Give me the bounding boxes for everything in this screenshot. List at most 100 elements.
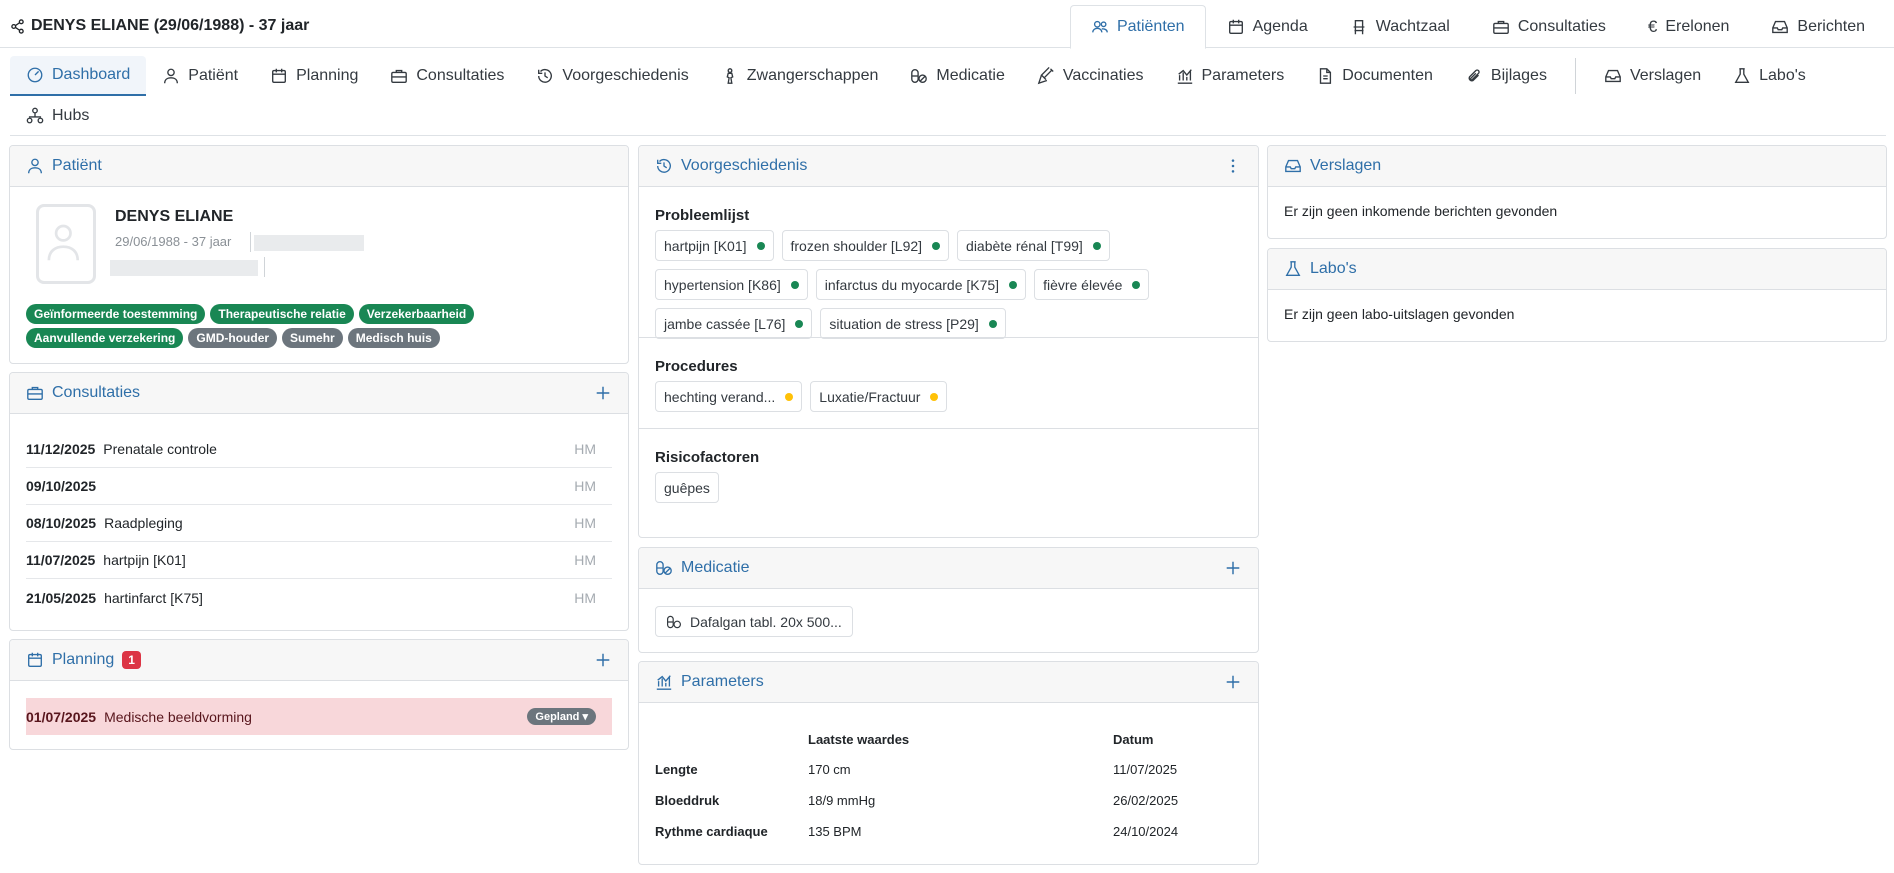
problem-chip[interactable]: hartpijn [K01] xyxy=(655,230,774,261)
top-tab-consultaties[interactable]: Consultaties xyxy=(1471,5,1627,49)
tag-supplementary-insurance[interactable]: Aanvullende verzekering xyxy=(26,328,184,348)
problem-chip[interactable]: hypertension [K86] xyxy=(655,269,808,300)
nav-label: Documenten xyxy=(1342,67,1433,84)
consultation-row[interactable]: 09/10/2025 HM xyxy=(26,468,612,505)
add-icon[interactable] xyxy=(594,384,612,402)
medication-chip[interactable]: Dafalgan tabl. 20x 500... xyxy=(655,606,853,637)
chart-icon xyxy=(656,675,672,690)
status-dot xyxy=(1132,280,1141,289)
nav-labos[interactable]: Labo's xyxy=(1717,56,1822,96)
patient-card-header[interactable]: Patiënt xyxy=(10,146,628,187)
parameter-row[interactable]: Bloeddruk 18/9 mmHg 26/02/2025 xyxy=(655,785,1233,816)
nav-vaccinaties[interactable]: Vaccinaties xyxy=(1021,56,1160,96)
voorgeschiedenis-card-header[interactable]: Voorgeschiedenis xyxy=(639,146,1258,187)
top-tab-berichten[interactable]: Berichten xyxy=(1750,5,1886,49)
medicatie-card-header[interactable]: Medicatie xyxy=(639,548,1258,589)
col-header-date: Datum xyxy=(1113,731,1154,747)
consultaties-card-header[interactable]: Consultaties xyxy=(10,373,628,414)
tag-sumehr[interactable]: Sumehr xyxy=(282,328,343,348)
paperclip-icon xyxy=(1468,69,1480,82)
consultation-desc: hartpijn [K01] xyxy=(103,552,186,568)
patient-title: DENYS ELIANE (29/06/1988) - 37 jaar xyxy=(31,17,310,34)
tag-insurability[interactable]: Verzekerbaarheid xyxy=(358,304,475,324)
nav-hubs[interactable]: Hubs xyxy=(10,96,105,136)
problem-chip[interactable]: fièvre élevée xyxy=(1034,269,1150,300)
planning-status-dropdown[interactable]: Gepland ▾ xyxy=(527,708,596,725)
consultation-row[interactable]: 21/05/2025 hartinfarct [K75] HM xyxy=(26,579,612,616)
consultation-row[interactable]: 11/07/2025 hartpijn [K01] HM xyxy=(26,542,612,579)
share-icon[interactable] xyxy=(10,18,25,34)
nav-patient[interactable]: Patiënt xyxy=(146,56,254,96)
planning-date: 01/07/2025 xyxy=(26,708,97,725)
nav-zwangerschappen[interactable]: Zwangerschappen xyxy=(705,56,895,96)
problem-chip[interactable]: situation de stress [P29] xyxy=(820,308,1006,339)
nav-dashboard[interactable]: Dashboard xyxy=(10,56,147,96)
status-dot xyxy=(790,280,799,289)
labos-card-title: Labo's xyxy=(1310,260,1357,277)
consultation-row[interactable]: 11/12/2025 Prenatale controle HM xyxy=(26,431,612,468)
add-icon[interactable] xyxy=(1224,673,1242,691)
problem-chip[interactable]: infarctus du myocarde [K75] xyxy=(815,269,1027,300)
procedure-chip[interactable]: Luxatie/Fractuur xyxy=(810,381,948,412)
planning-card-header[interactable]: Planning 1 xyxy=(10,640,628,681)
nav-documenten[interactable]: Documenten xyxy=(1300,56,1449,96)
parameter-label: Rythme cardiaque xyxy=(655,824,768,839)
chart-icon xyxy=(1177,69,1192,84)
problem-chip[interactable]: jambe cassée [L76] xyxy=(655,308,813,339)
status-dot xyxy=(795,319,804,328)
top-tab-label: Erelonen xyxy=(1665,18,1730,35)
nav-bijlages[interactable]: Bijlages xyxy=(1449,56,1563,96)
tag-informed-consent[interactable]: Geïnformeerde toestemming xyxy=(26,304,206,324)
risk-factor-chip[interactable]: guêpes xyxy=(655,472,719,503)
col-header-value: Laatste waardes xyxy=(808,731,910,747)
top-tab-patienten[interactable]: Patiënten xyxy=(1069,5,1206,49)
top-tab-wachtzaal[interactable]: Wachtzaal xyxy=(1329,5,1471,49)
planning-count-badge: 1 xyxy=(122,651,141,669)
tag-therapeutic-relation[interactable]: Therapeutische relatie xyxy=(210,304,354,324)
syringe-icon xyxy=(1037,67,1054,85)
nav-label: Bijlages xyxy=(1490,67,1547,84)
more-vertical-icon[interactable] xyxy=(1224,157,1242,175)
planning-status-label: Gepland xyxy=(535,711,580,723)
parameter-row[interactable]: Lengte 170 cm 11/07/2025 xyxy=(655,754,1233,785)
tag-gmd-holder[interactable]: GMD-houder xyxy=(188,328,278,348)
procedure-label: hechting verand... xyxy=(664,388,776,405)
add-icon[interactable] xyxy=(594,651,612,669)
procedure-chip[interactable]: hechting verand... xyxy=(655,381,803,412)
nav-consultaties[interactable]: Consultaties xyxy=(374,56,520,96)
nav-medicatie[interactable]: Medicatie xyxy=(894,56,1020,96)
top-tab-agenda[interactable]: Agenda xyxy=(1206,5,1329,49)
nav-parameters[interactable]: Parameters xyxy=(1160,56,1301,96)
nav-verslagen[interactable]: Verslagen xyxy=(1588,56,1717,96)
top-tab-erelonen[interactable]: € Erelonen xyxy=(1627,5,1751,49)
planning-row[interactable]: 01/07/2025 Medische beeldvorming Gepland… xyxy=(26,698,612,735)
consultation-row[interactable]: 08/10/2025 Raadpleging HM xyxy=(26,505,612,542)
status-dot xyxy=(930,392,939,401)
parameter-date: 24/10/2024 xyxy=(1113,824,1179,839)
top-tab-label: Patiënten xyxy=(1116,18,1185,35)
labos-card-header[interactable]: Labo's xyxy=(1268,249,1886,290)
problem-label: fièvre élevée xyxy=(1043,276,1123,293)
nav-voorgeschiedenis[interactable]: Voorgeschiedenis xyxy=(520,56,704,96)
problem-label: infarctus du myocarde [K75] xyxy=(824,276,1000,293)
problem-chip[interactable]: frozen shoulder [L92] xyxy=(781,230,950,261)
problem-label: frozen shoulder [L92] xyxy=(790,237,923,254)
nav-planning[interactable]: Planning xyxy=(254,56,374,96)
verslagen-card-header[interactable]: Verslagen xyxy=(1268,146,1886,187)
consultation-date: 08/10/2025 xyxy=(26,515,97,531)
parameters-card-header[interactable]: Parameters xyxy=(639,662,1258,703)
risk-factor-label: guêpes xyxy=(664,479,710,496)
consultation-desc: Prenatale controle xyxy=(103,441,217,457)
consultation-desc: Raadpleging xyxy=(104,515,183,531)
patient-name: DENYS ELIANE xyxy=(115,208,234,225)
hubs-icon xyxy=(26,107,44,124)
caret-down-icon: ▾ xyxy=(582,711,588,723)
parameter-row[interactable]: Rythme cardiaque 135 BPM 24/10/2024 xyxy=(655,816,1233,847)
tag-medical-house[interactable]: Medisch huis xyxy=(347,328,440,348)
labos-empty-text: Er zijn geen labo-uitslagen gevonden xyxy=(1284,306,1515,322)
consultation-desc: hartinfarct [K75] xyxy=(104,589,203,606)
add-icon[interactable] xyxy=(1224,559,1242,577)
nav-label: Planning xyxy=(296,67,359,84)
calendar-icon xyxy=(28,652,42,667)
problem-chip[interactable]: diabète rénal [T99] xyxy=(957,230,1110,261)
